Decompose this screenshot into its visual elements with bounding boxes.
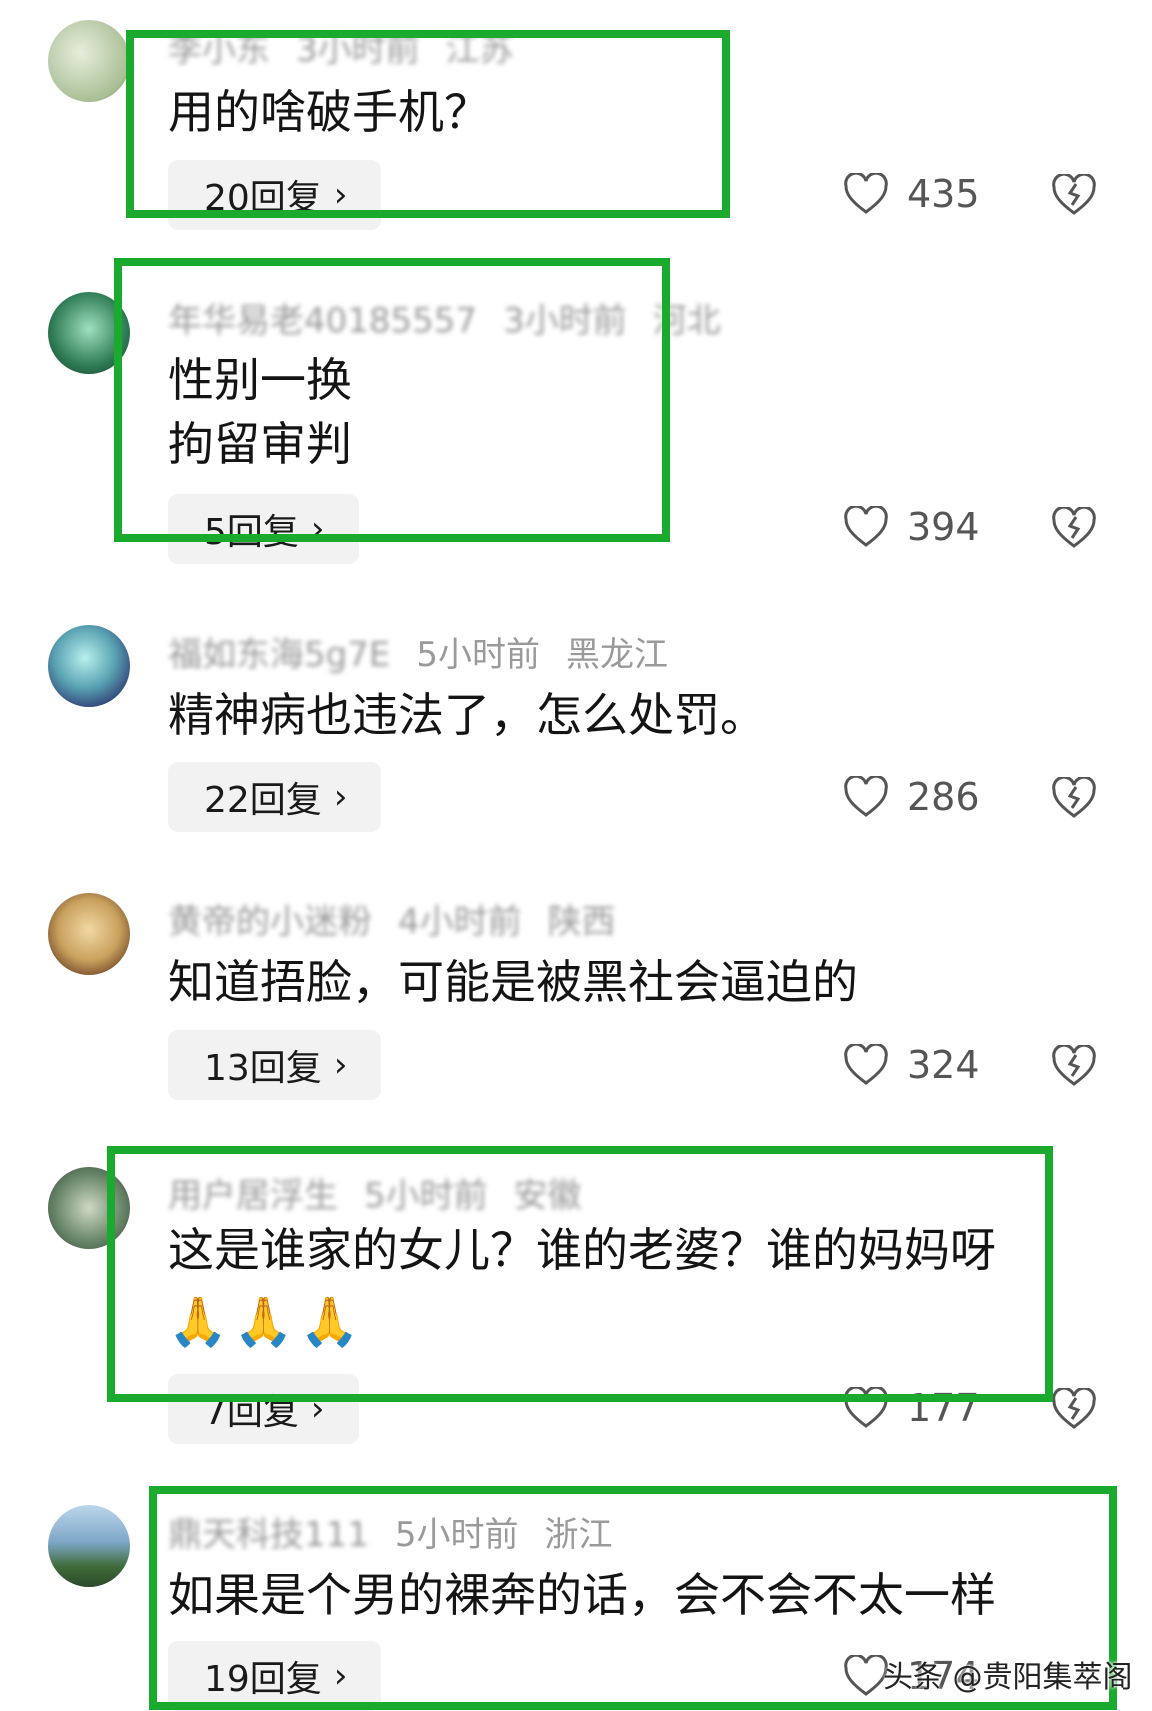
reply-label: 19回复 bbox=[204, 1659, 322, 1700]
comment-meta: 用户居浮生 5小时前 安徽 bbox=[168, 1168, 608, 1217]
location: 浙江 bbox=[544, 1515, 613, 1555]
chevron-right-icon: › bbox=[333, 1656, 348, 1696]
chevron-right-icon: › bbox=[310, 1389, 325, 1429]
chevron-right-icon: › bbox=[310, 509, 325, 549]
heart-icon bbox=[843, 173, 889, 215]
broken-heart-icon bbox=[1051, 1388, 1097, 1430]
like-button[interactable]: 324 bbox=[843, 1043, 980, 1087]
username[interactable]: 鼎天科技111 bbox=[168, 1515, 369, 1555]
like-button[interactable]: 177 bbox=[843, 1386, 980, 1430]
broken-heart-icon bbox=[1051, 174, 1097, 216]
chevron-right-icon: › bbox=[333, 1045, 348, 1085]
timestamp: 5小时前 bbox=[416, 635, 540, 675]
comment-meta: 黄帝的小迷粉 4小时前 陕西 bbox=[168, 894, 642, 943]
location: 江苏 bbox=[445, 30, 514, 70]
reply-label: 22回复 bbox=[204, 780, 322, 821]
heart-icon bbox=[843, 1387, 889, 1429]
reply-button[interactable]: 20回复 › bbox=[168, 160, 382, 230]
reply-button[interactable]: 19回复 › bbox=[168, 1641, 382, 1711]
reply-button[interactable]: 7回复 › bbox=[168, 1374, 359, 1444]
location: 陕西 bbox=[547, 902, 616, 942]
username[interactable]: 年华易老40185557 bbox=[168, 301, 477, 341]
timestamp: 5小时前 bbox=[364, 1176, 488, 1216]
dislike-button[interactable] bbox=[1051, 507, 1097, 549]
like-count: 286 bbox=[907, 775, 980, 819]
broken-heart-icon bbox=[1051, 777, 1097, 819]
timestamp: 3小时前 bbox=[503, 301, 627, 341]
dislike-button[interactable] bbox=[1051, 1045, 1097, 1087]
reply-label: 5回复 bbox=[204, 512, 299, 553]
chevron-right-icon: › bbox=[333, 175, 348, 215]
avatar[interactable] bbox=[48, 625, 130, 707]
avatar[interactable] bbox=[48, 20, 130, 102]
dislike-button[interactable] bbox=[1051, 174, 1097, 216]
heart-icon bbox=[843, 1044, 889, 1086]
comment-meta: 鼎天科技111 5小时前 浙江 bbox=[168, 1507, 639, 1556]
username[interactable]: 福如东海5g7E bbox=[168, 635, 390, 675]
heart-icon bbox=[843, 776, 889, 818]
like-button[interactable]: 286 bbox=[843, 775, 980, 819]
avatar[interactable] bbox=[48, 1505, 130, 1587]
like-button[interactable]: 435 bbox=[843, 172, 980, 216]
like-count: 435 bbox=[907, 172, 980, 216]
avatar[interactable] bbox=[48, 893, 130, 975]
avatar[interactable] bbox=[48, 1167, 130, 1249]
location: 安徽 bbox=[513, 1176, 582, 1216]
heart-icon bbox=[843, 506, 889, 548]
dislike-button[interactable] bbox=[1051, 1388, 1097, 1430]
like-count: 177 bbox=[907, 1386, 980, 1430]
like-count: 324 bbox=[907, 1043, 980, 1087]
like-count: 394 bbox=[907, 505, 980, 549]
comment-text: 性别一换 拘留审判 bbox=[168, 353, 352, 471]
comment-meta: 李小东 3小时前 江苏 bbox=[168, 22, 540, 71]
location: 河北 bbox=[652, 301, 721, 341]
dislike-button[interactable] bbox=[1051, 777, 1097, 819]
comment-meta: 年华易老40185557 3小时前 河北 bbox=[168, 293, 747, 342]
username[interactable]: 黄帝的小迷粉 bbox=[168, 902, 372, 942]
timestamp: 4小时前 bbox=[398, 902, 522, 942]
comment-text: 知道捂脸，可能是被黑社会逼迫的 bbox=[168, 955, 858, 1009]
comment-meta: 福如东海5g7E 5小时前 黑龙江 bbox=[168, 627, 694, 676]
timestamp: 5小时前 bbox=[394, 1515, 519, 1555]
watermark: 头条 @贵阳集萃阁 bbox=[883, 1660, 1133, 1695]
broken-heart-icon bbox=[1051, 507, 1097, 549]
comment-text: 用的啥破手机？ bbox=[168, 85, 490, 139]
comment-text: 这是谁家的女儿？谁的老婆？谁的妈妈呀 bbox=[168, 1223, 996, 1277]
comment-text: 如果是个男的裸奔的话，会不会不太一样 bbox=[168, 1568, 996, 1622]
reply-button[interactable]: 13回复 › bbox=[168, 1030, 382, 1100]
like-button[interactable]: 394 bbox=[843, 505, 980, 549]
username[interactable]: 用户居浮生 bbox=[168, 1176, 338, 1216]
username[interactable]: 李小东 bbox=[168, 30, 270, 70]
broken-heart-icon bbox=[1051, 1045, 1097, 1087]
avatar[interactable] bbox=[48, 292, 130, 374]
reply-label: 13回复 bbox=[204, 1048, 322, 1089]
reply-button[interactable]: 5回复 › bbox=[168, 494, 359, 564]
reply-label: 7回复 bbox=[204, 1392, 299, 1433]
location: 黑龙江 bbox=[565, 635, 668, 675]
timestamp: 3小时前 bbox=[296, 30, 420, 70]
comment-text: 精神病也违法了，怎么处罚。 bbox=[168, 688, 766, 742]
chevron-right-icon: › bbox=[333, 777, 348, 817]
reply-label: 20回复 bbox=[204, 178, 322, 219]
reply-button[interactable]: 22回复 › bbox=[168, 762, 382, 832]
prayer-hands-emoji: 🙏🙏🙏 bbox=[168, 1294, 366, 1350]
